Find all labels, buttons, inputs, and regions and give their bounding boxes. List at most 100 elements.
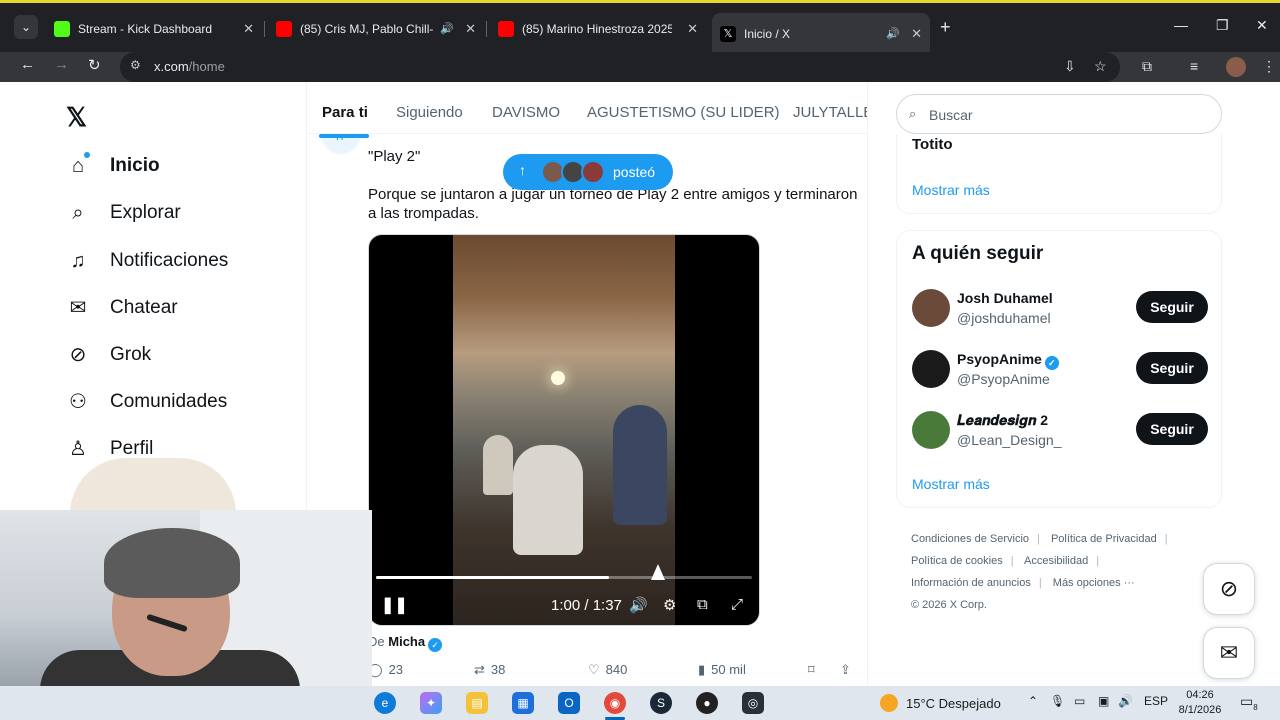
avatar[interactable] bbox=[912, 350, 950, 388]
from-name[interactable]: Micha bbox=[388, 634, 425, 649]
obs-icon[interactable]: ◎ bbox=[742, 692, 764, 714]
minimize-button[interactable]: — bbox=[1174, 17, 1188, 33]
close-icon[interactable]: ✕ bbox=[465, 13, 476, 45]
weather-widget[interactable]: 15°C Despejado bbox=[880, 694, 1001, 712]
footer-link[interactable]: Condiciones de Servicio bbox=[911, 533, 1029, 545]
footer-link[interactable]: Accesibilidad bbox=[1024, 555, 1088, 567]
video-person bbox=[483, 435, 513, 495]
follow-button[interactable]: Seguir bbox=[1136, 413, 1208, 445]
mic-icon[interactable]: 🎙 bbox=[1050, 694, 1065, 708]
messages-float-button[interactable]: ✉ bbox=[1203, 627, 1255, 679]
tab-julytaller[interactable]: JULYTALLER bbox=[793, 104, 867, 121]
site-info-icon[interactable]: ⚙ bbox=[130, 58, 141, 72]
show-more-link[interactable]: Mostrar más bbox=[912, 476, 990, 492]
nav-label: Perfil bbox=[110, 438, 154, 459]
close-window-button[interactable]: ✕ bbox=[1256, 17, 1268, 34]
url-text: x.com/home bbox=[154, 59, 225, 74]
footer-link[interactable]: Información de anuncios bbox=[911, 577, 1031, 589]
nav-item-inicio[interactable]: ⌂ Inicio bbox=[66, 148, 160, 184]
edge-icon[interactable]: e bbox=[374, 692, 396, 714]
suggestion-handle: @joshduhamel bbox=[957, 310, 1051, 326]
avatar[interactable] bbox=[912, 289, 950, 327]
show-more-link[interactable]: Mostrar más bbox=[912, 182, 990, 198]
new-tab-button[interactable]: + bbox=[940, 17, 951, 38]
nav-label: Explorar bbox=[110, 202, 181, 223]
new-posts-pill[interactable]: ↑ posteó bbox=[503, 154, 673, 190]
heart-icon: ♡ bbox=[588, 662, 600, 677]
follow-button[interactable]: Seguir bbox=[1136, 352, 1208, 384]
avatar[interactable] bbox=[912, 411, 950, 449]
tab-search-button[interactable]: ⌄ bbox=[14, 15, 38, 39]
settings-gear-icon[interactable]: ⚙ bbox=[663, 596, 676, 614]
tab-x-home[interactable]: 𝕏 Inicio / X 🔊 ✕ bbox=[712, 13, 930, 55]
volume-icon[interactable]: 🔊 bbox=[1118, 694, 1133, 708]
notifications-icon[interactable]: ▭8 bbox=[1240, 693, 1258, 712]
media-control-icon[interactable]: ≡ bbox=[1190, 58, 1198, 74]
chrome-icon[interactable]: ◉ bbox=[604, 692, 626, 714]
copilot-icon[interactable]: ✦ bbox=[420, 692, 442, 714]
suggestion-name-text: PsyopAnime bbox=[957, 351, 1042, 367]
forward-icon[interactable]: → bbox=[54, 56, 69, 73]
menu-icon[interactable]: ⋮ bbox=[1262, 58, 1276, 75]
nav-item-comunidades[interactable]: ⚇ Comunidades bbox=[66, 384, 227, 420]
tab-youtube-1[interactable]: (85) Cris MJ, Pablo Chill-E - 🔊 ✕ bbox=[268, 13, 484, 45]
follow-suggestion[interactable]: PsyopAnime ✓ @PsyopAnime Seguir bbox=[912, 350, 1208, 394]
trend-item[interactable]: Totito bbox=[912, 136, 953, 153]
tab-youtube-2[interactable]: (85) Marino Hinestroza 2025 - ( ✕ bbox=[490, 13, 706, 45]
fullscreen-icon[interactable]: ⤢ bbox=[731, 596, 743, 613]
x-logo-icon[interactable]: 𝕏 bbox=[66, 102, 87, 133]
share-icon[interactable]: ⇪ bbox=[840, 662, 851, 678]
app-icon[interactable]: ● bbox=[696, 692, 718, 714]
nav-item-chatear[interactable]: ✉ Chatear bbox=[66, 290, 178, 326]
repost-button[interactable]: ⇄ 38 bbox=[474, 662, 505, 678]
network-icon[interactable]: ▣ bbox=[1098, 694, 1109, 708]
follow-button[interactable]: Seguir bbox=[1136, 291, 1208, 323]
like-button[interactable]: ♡ 840 bbox=[588, 662, 627, 678]
tab-kick[interactable]: Stream - Kick Dashboard ✕ bbox=[46, 13, 262, 45]
search-input[interactable]: ⌕ Buscar bbox=[896, 94, 1222, 134]
language-indicator[interactable]: ESP bbox=[1144, 694, 1168, 708]
bookmark-star-icon[interactable]: ☆ bbox=[1094, 58, 1107, 75]
nav-item-grok[interactable]: ⊘ Grok bbox=[66, 337, 152, 373]
steam-icon[interactable]: S bbox=[650, 692, 672, 714]
back-icon[interactable]: ← bbox=[20, 56, 35, 73]
reply-button[interactable]: ◯ 23 bbox=[368, 662, 403, 678]
bookmark-icon[interactable]: ⌑ bbox=[808, 662, 815, 678]
follow-suggestion[interactable]: 𝑳𝒆𝒂𝒏𝒅𝒆𝒔𝒊𝒈𝒏 2 @Lean_Design_ Seguir bbox=[912, 411, 1208, 455]
footer-link[interactable]: Política de cookies bbox=[911, 555, 1003, 567]
outlook-icon[interactable]: O bbox=[558, 692, 580, 714]
tab-agustetismo[interactable]: AGUSTETISMO (SU LIDER) bbox=[587, 104, 780, 121]
footer-link[interactable]: Política de Privacidad bbox=[1051, 533, 1157, 545]
nav-item-notificaciones[interactable]: ♫ Notificaciones bbox=[66, 243, 229, 279]
tab-davismo[interactable]: DAVISMO bbox=[492, 104, 560, 121]
tab-title: Stream - Kick Dashboard bbox=[78, 22, 213, 36]
nav-item-explorar[interactable]: ⌕ Explorar bbox=[66, 195, 181, 231]
views-button[interactable]: ▮ 50 mil bbox=[698, 662, 746, 678]
volume-icon[interactable]: 🔊 bbox=[629, 596, 648, 614]
restore-button[interactable]: ❐ bbox=[1216, 17, 1229, 34]
clock[interactable]: 04:26 8/1/2026 bbox=[1172, 688, 1228, 718]
tray-chevron-icon[interactable]: ⌃ bbox=[1028, 694, 1038, 708]
tab-siguiendo[interactable]: Siguiendo bbox=[396, 104, 463, 121]
grok-float-button[interactable]: ⊘ bbox=[1203, 563, 1255, 615]
close-icon[interactable]: ✕ bbox=[687, 13, 698, 45]
profile-avatar[interactable] bbox=[1226, 57, 1246, 77]
video-player[interactable]: ❚❚ 1:00 / 1:37 🔊 ⚙ ⧉ ⤢ bbox=[368, 234, 760, 626]
store-icon[interactable]: ▦ bbox=[512, 692, 534, 714]
x-icon: 𝕏 bbox=[720, 26, 736, 42]
footer-link[interactable]: Más opciones ··· bbox=[1053, 577, 1135, 589]
video-progress-bar[interactable] bbox=[376, 576, 752, 579]
reload-icon[interactable]: ↻ bbox=[88, 56, 101, 74]
file-explorer-icon[interactable]: ▤ bbox=[466, 692, 488, 714]
tab-para-ti[interactable]: Para ti bbox=[322, 104, 368, 121]
extensions-icon[interactable]: ⧉ bbox=[1142, 58, 1152, 75]
close-icon[interactable]: ✕ bbox=[243, 13, 254, 45]
camera-icon[interactable]: ▭ bbox=[1074, 694, 1085, 708]
close-icon[interactable]: ✕ bbox=[911, 18, 922, 50]
pause-icon[interactable]: ❚❚ bbox=[381, 595, 408, 615]
install-app-icon[interactable]: ⇩ bbox=[1064, 58, 1076, 75]
post-text: Porque se juntaron a jugar un torneo de … bbox=[368, 186, 858, 222]
address-bar[interactable]: ⚙ x.com/home ⇩ ☆ bbox=[120, 52, 1120, 82]
pip-icon[interactable]: ⧉ bbox=[697, 596, 708, 613]
follow-suggestion[interactable]: Josh Duhamel @joshduhamel Seguir bbox=[912, 289, 1208, 333]
